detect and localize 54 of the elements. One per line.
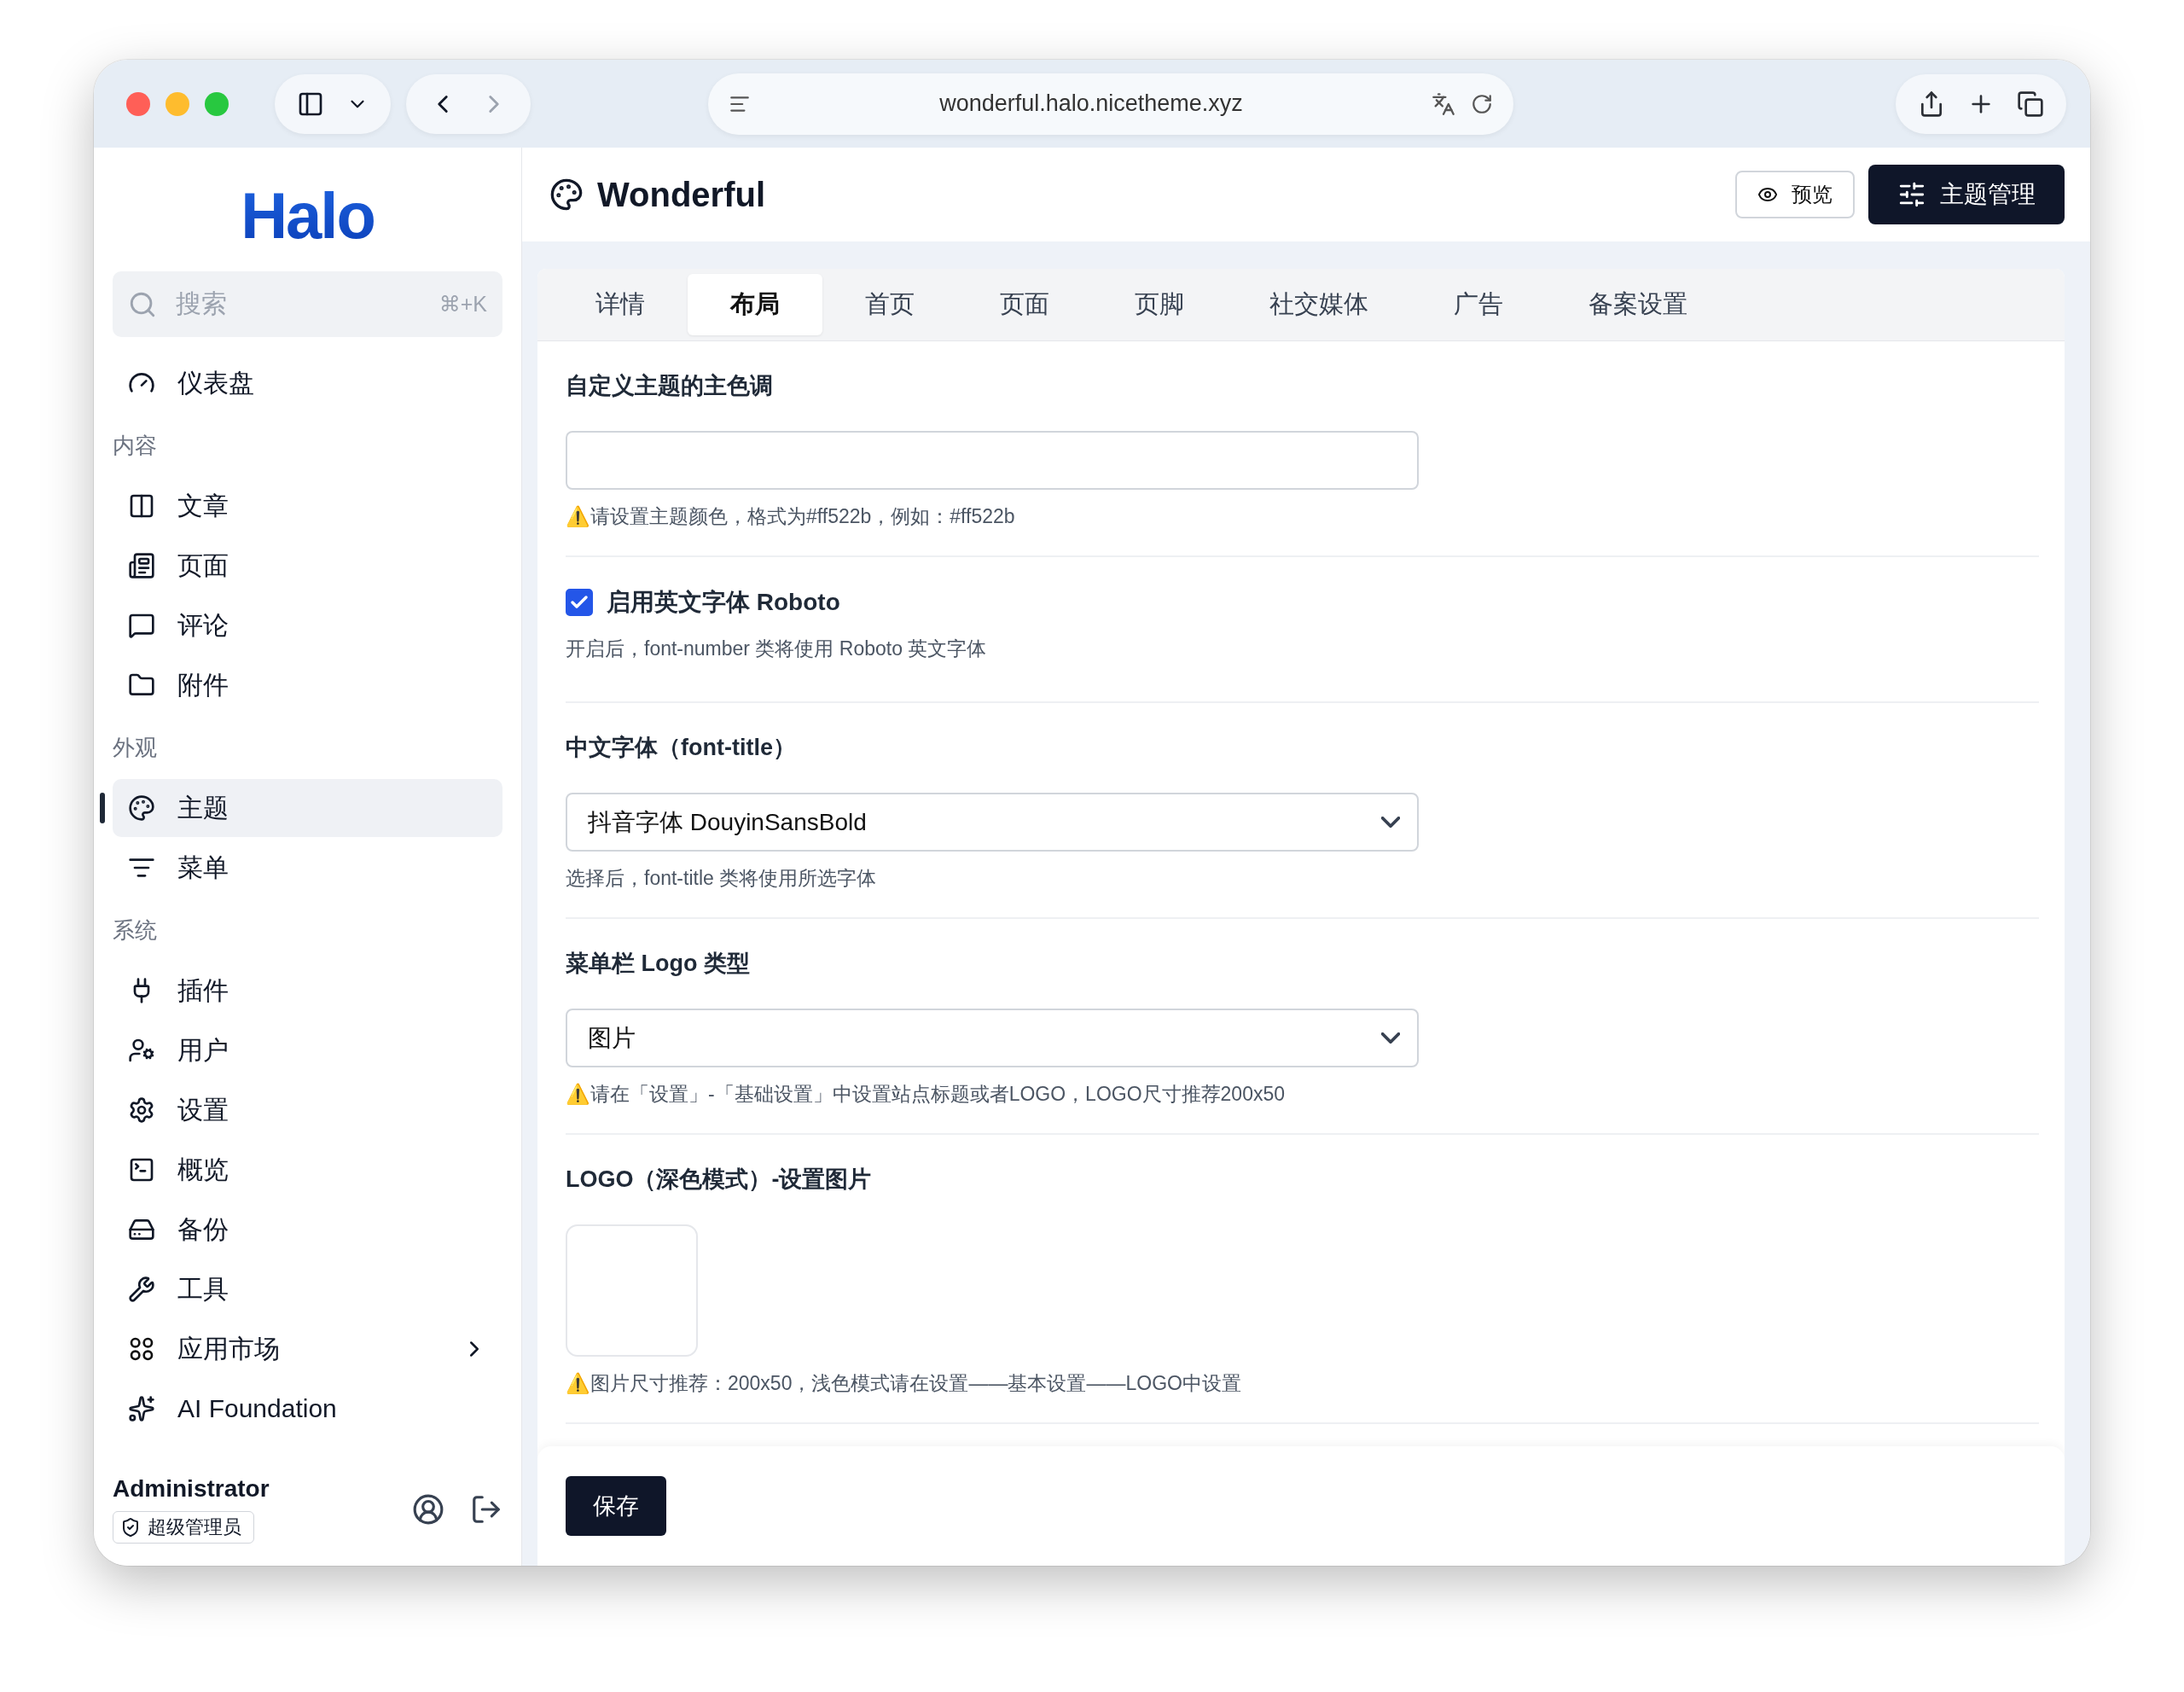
- save-button[interactable]: 保存: [566, 1476, 666, 1536]
- help-text: ⚠请在「设置」-「基础设置」中设置站点标题或者LOGO，LOGO尺寸推荐200x50: [566, 1082, 1287, 1107]
- tab[interactable]: 首页: [822, 274, 957, 335]
- user-gear-icon: [128, 1037, 155, 1064]
- preview-button[interactable]: 预览: [1735, 171, 1855, 218]
- section-title: 系统: [112, 916, 158, 945]
- select-field[interactable]: 图片: [566, 1009, 1419, 1067]
- tab[interactable]: 备案设置: [1546, 274, 1730, 335]
- page-icon: [128, 552, 155, 579]
- user-name: Administrator: [113, 1475, 270, 1503]
- tab[interactable]: 页脚: [1092, 274, 1227, 335]
- field-label: 自定义主题的主色调: [566, 372, 774, 400]
- columns-icon: [128, 492, 155, 520]
- logout-icon[interactable]: [470, 1493, 502, 1526]
- terminal-icon: [128, 1156, 155, 1183]
- sparkles-icon: [128, 1395, 155, 1422]
- help-text: 选择后，font-title 类将使用所选字体: [566, 866, 878, 891]
- field-label: 菜单栏 Logo 类型: [566, 950, 751, 978]
- settings-icon: [128, 1096, 155, 1124]
- help-text: 开启后，font-number 类将使用 Roboto 英文字体: [566, 637, 988, 661]
- field-label: LOGO（深色模式）-设置图片: [566, 1166, 873, 1194]
- palette-icon: [128, 794, 155, 822]
- role-text: 超级管理员: [148, 1515, 241, 1539]
- checkbox[interactable]: [566, 589, 593, 616]
- section-title: 外观: [112, 733, 158, 762]
- select-field[interactable]: 抖音字体 DouyinSansBold: [566, 793, 1419, 852]
- tab[interactable]: 页面: [957, 274, 1092, 335]
- theme-manage-button[interactable]: 主题管理: [1868, 165, 2065, 224]
- sliders-icon: [1897, 180, 1926, 209]
- wrench-icon: [128, 1276, 155, 1303]
- tab[interactable]: 详情: [553, 274, 688, 335]
- page-title: Wonderful: [597, 175, 766, 214]
- reload-icon: [1471, 92, 1493, 115]
- input-field[interactable]: [566, 431, 1419, 490]
- url-text: wonderful.halo.nicetheme.xyz: [938, 90, 1244, 117]
- address-bar[interactable]: wonderful.halo.nicetheme.xyz: [708, 73, 1513, 135]
- shield-icon: [120, 1517, 141, 1538]
- help-text: ⚠图片尺寸推荐：200x50，浅色模式请在设置——基本设置——LOGO中设置: [566, 1371, 1242, 1396]
- help-text: ⚠请设置主题颜色，格式为#ff522b，例如：#ff522b: [566, 504, 1016, 529]
- profile-icon[interactable]: [412, 1493, 444, 1526]
- chevron-down-icon: [1381, 817, 1400, 828]
- tab[interactable]: 社交媒体: [1227, 274, 1411, 335]
- chat-icon: [128, 612, 155, 639]
- tab[interactable]: 广告: [1411, 274, 1546, 335]
- chevron-down-icon: [1381, 1032, 1400, 1044]
- grid-icon: [128, 1335, 155, 1363]
- palette-icon: [549, 177, 584, 212]
- close-icon[interactable]: [126, 91, 150, 116]
- field-label: 中文字体（font-title）: [566, 734, 797, 762]
- checkbox-label: 启用英文字体 Roboto: [607, 588, 840, 617]
- section-title: 内容: [112, 431, 158, 460]
- tab[interactable]: 布局: [688, 274, 822, 335]
- translate-icon: [1432, 91, 1455, 116]
- tabs-icon[interactable]: [2017, 90, 2044, 118]
